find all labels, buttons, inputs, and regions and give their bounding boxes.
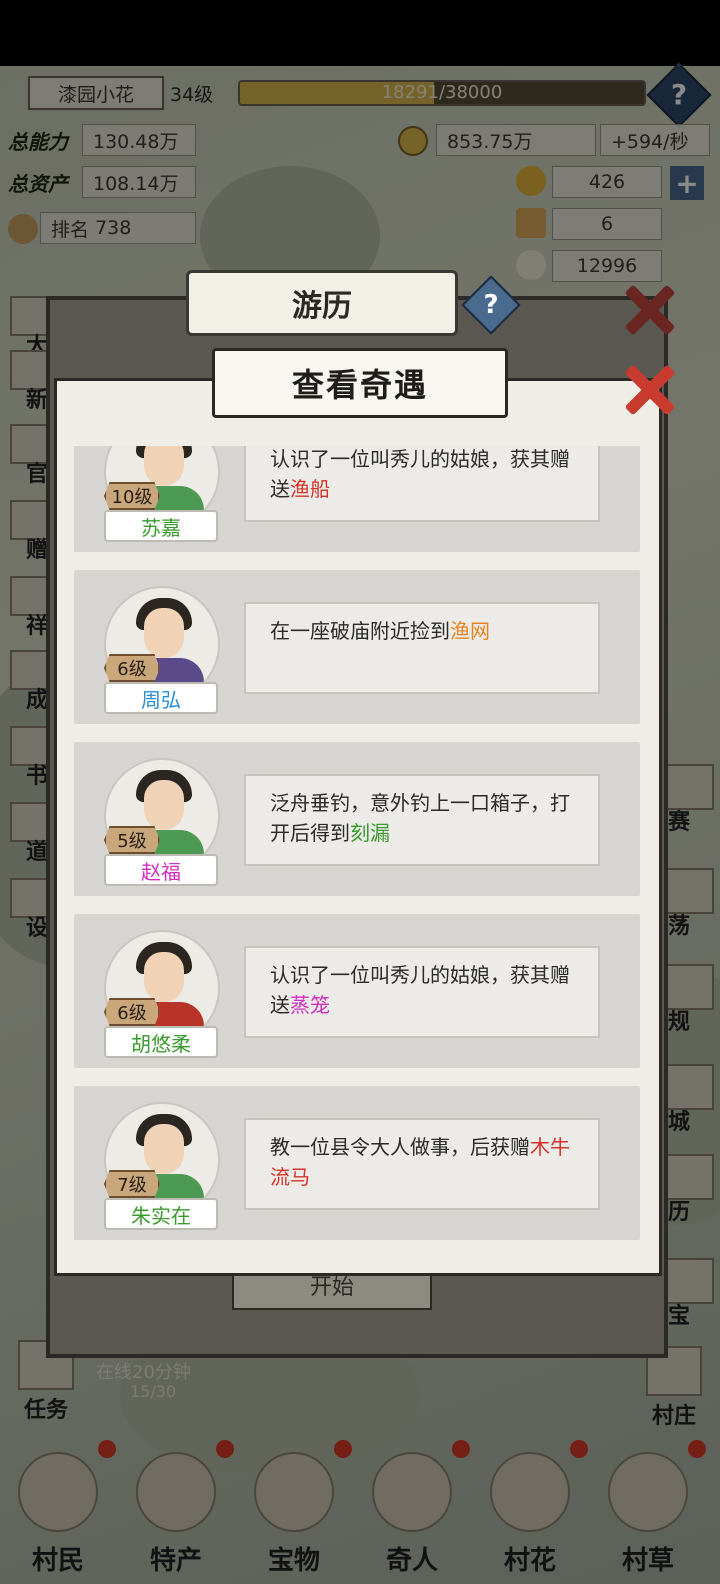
- character-name: 周弘: [104, 682, 218, 714]
- portrait-face: [144, 446, 184, 486]
- character-name: 胡悠柔: [104, 1026, 218, 1058]
- travel-dialog-title: 游历: [186, 270, 458, 336]
- portrait-face: [144, 780, 184, 830]
- reward-item: 刻漏: [350, 821, 390, 845]
- encounter-description: 认识了一位叫秀儿的姑娘，获其赠送蒸笼: [244, 946, 600, 1038]
- reward-item: 蒸笼: [290, 993, 330, 1017]
- character-name: 赵福: [104, 854, 218, 886]
- encounters-dialog-title: 查看奇遇: [212, 348, 508, 418]
- encounter-card: 6级 胡悠柔 认识了一位叫秀儿的姑娘，获其赠送蒸笼: [74, 914, 640, 1068]
- portrait-face: [144, 952, 184, 1002]
- level-badge: 7级: [104, 1170, 160, 1198]
- encounter-text: 教一位县令大人做事，后获赠: [270, 1135, 530, 1159]
- level-badge: 5级: [104, 826, 160, 854]
- level-badge: 6级: [104, 998, 160, 1026]
- encounter-card: 5级 赵福 泛舟垂钓，意外钓上一口箱子，打开后得到刻漏: [74, 742, 640, 896]
- character-name: 苏嘉: [104, 510, 218, 542]
- reward-item: 渔网: [450, 619, 490, 643]
- portrait-face: [144, 608, 184, 658]
- encounter-description: 在一座破庙附近捡到渔网: [244, 602, 600, 694]
- encounter-description: 教一位县令大人做事，后获赠木牛流马: [244, 1118, 600, 1210]
- encounter-description: 泛舟垂钓，意外钓上一口箱子，打开后得到刻漏: [244, 774, 600, 866]
- level-badge: 10级: [104, 482, 160, 510]
- level-badge: 6级: [104, 654, 160, 682]
- encounter-list[interactable]: 10级 苏嘉 认识了一位叫秀儿的姑娘，获其赠送渔船 6级 周弘 在一座破庙附近捡到渔网 5级…: [74, 446, 640, 1246]
- encounter-text: 在一座破庙附近捡到: [270, 619, 450, 643]
- portrait-face: [144, 1124, 184, 1174]
- close-encounters-button[interactable]: [618, 358, 682, 422]
- close-travel-dialog-button[interactable]: [618, 278, 682, 342]
- character-name: 朱实在: [104, 1198, 218, 1230]
- status-bar: [0, 0, 720, 66]
- encounter-card: 10级 苏嘉 认识了一位叫秀儿的姑娘，获其赠送渔船: [74, 446, 640, 552]
- encounter-text: 泛舟垂钓，意外钓上一口箱子，打开后得到: [270, 791, 570, 845]
- question-icon: ?: [483, 290, 499, 320]
- reward-item: 渔船: [290, 477, 330, 501]
- encounter-description: 认识了一位叫秀儿的姑娘，获其赠送渔船: [244, 446, 600, 522]
- encounter-card: 6级 周弘 在一座破庙附近捡到渔网: [74, 570, 640, 724]
- encounter-card: 7级 朱实在 教一位县令大人做事，后获赠木牛流马: [74, 1086, 640, 1240]
